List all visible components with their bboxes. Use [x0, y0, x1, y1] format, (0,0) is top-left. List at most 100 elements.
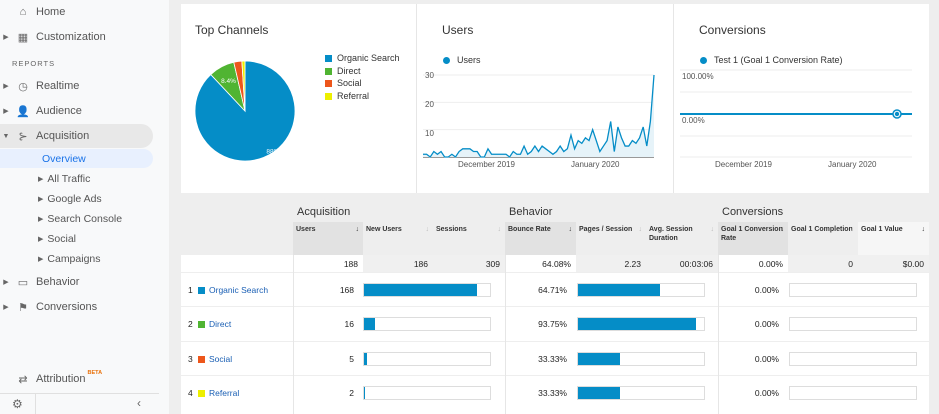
nav-conversions[interactable]: ▶ ⚑ Conversions: [0, 295, 153, 319]
person-icon: 👤: [16, 105, 30, 118]
bounce-rate-value: 93.75%: [538, 319, 567, 330]
bar-track: [363, 317, 491, 332]
totals-cell: $0.00: [858, 255, 929, 272]
nav-label: Attribution: [36, 373, 86, 385]
section-label: REPORTS: [12, 59, 56, 68]
sort-arrow-icon: ↓: [425, 226, 430, 233]
totals-cell: 188: [293, 255, 363, 272]
column-header[interactable]: Goal 1 Value ↓: [858, 222, 929, 255]
flag-icon: ⚑: [18, 301, 28, 314]
nav-home[interactable]: ⌂ Home: [0, 0, 153, 24]
legend-label: Direct: [337, 66, 361, 76]
column-header[interactable]: Avg. Session Duration ↓: [646, 222, 718, 255]
sort-arrow-icon: ↓: [568, 226, 573, 233]
top-channels-pie: 88% 8.4%: [194, 60, 296, 162]
nav-label: Home: [36, 6, 66, 18]
divider: [673, 4, 674, 193]
bar-track: [789, 351, 917, 366]
bar-fill: [364, 318, 375, 331]
caret-right-icon: ▶: [38, 216, 44, 223]
nav-overview[interactable]: Overview: [0, 149, 153, 168]
window-icon: ▭: [17, 276, 29, 289]
collapse-chevron-icon[interactable]: ‹: [137, 396, 141, 410]
row-number: 3: [188, 353, 193, 364]
sort-arrow-icon: ↓: [497, 226, 502, 233]
bar-track: [363, 283, 491, 297]
hover-point-core: [894, 111, 900, 117]
caret-right-icon: ▶: [3, 108, 9, 115]
nav-behavior[interactable]: ▶ ▭ Behavior: [0, 270, 153, 294]
nav-realtime[interactable]: ▶ ◷ Realtime: [0, 74, 153, 98]
caret-right-icon: ▶: [3, 279, 9, 286]
nav-acquisition[interactable]: ▼ ⊱ Acquisition: [0, 124, 153, 148]
users-value: 168: [339, 285, 354, 295]
channel-link[interactable]: Social: [209, 354, 232, 364]
nav-label: Realtime: [36, 80, 80, 92]
nav-google-ads[interactable]: ▶ Google Ads: [38, 193, 102, 205]
bar-fill: [364, 284, 477, 296]
sort-arrow-icon: ↓: [921, 226, 926, 233]
totals-cell: 00:03:06: [646, 255, 718, 272]
bounce-rate-value: 33.33%: [538, 353, 567, 364]
row-number: 2: [188, 319, 193, 330]
totals-cell: 2.23: [576, 255, 646, 272]
nav-audience[interactable]: ▶ 👤 Audience: [0, 99, 153, 123]
bar-track: [789, 283, 917, 297]
nav-label: Conversions: [36, 301, 98, 313]
sort-arrow-icon: ↓: [710, 226, 715, 233]
nav-attribution[interactable]: ⇄ Attribution BETA: [0, 367, 153, 391]
nav-search-console[interactable]: ▶ Search Console: [38, 213, 122, 225]
caret-right-icon: ▶: [3, 34, 9, 41]
totals-cell: 0: [788, 255, 858, 272]
nav-all-traffic[interactable]: ▶ All Traffic: [38, 173, 90, 185]
nav-label: Campaigns: [47, 253, 101, 265]
column-header[interactable]: Goal 1 Completion ↓: [788, 222, 858, 255]
nav-social[interactable]: ▶ Social: [38, 233, 76, 245]
legend-swatch: [325, 67, 332, 75]
divider: [0, 393, 159, 394]
x-tick: December 2019: [715, 160, 772, 169]
bar-fill: [578, 352, 620, 365]
users-value: 16: [344, 319, 354, 330]
nav-label: All Traffic: [47, 173, 91, 185]
column-header-label: Goal 1 Completion: [791, 226, 853, 233]
channel-link[interactable]: Direct: [209, 319, 231, 329]
caret-right-icon: ▶: [38, 256, 44, 263]
channel-link[interactable]: Referral: [209, 388, 239, 398]
conversion-rate-value: 0.00%: [754, 285, 779, 295]
column-header[interactable]: Goal 1 Conversion Rate ↓: [718, 222, 788, 255]
column-header[interactable]: Sessions ↓: [433, 222, 505, 255]
column-header[interactable]: Pages / Session ↓: [576, 222, 646, 255]
channel-color-swatch: [198, 321, 205, 329]
caret-right-icon: ▶: [38, 176, 44, 183]
totals-cell: 64.08%: [505, 255, 576, 272]
caret-down-icon: ▼: [2, 132, 10, 140]
nav-label: Google Ads: [47, 193, 102, 205]
column-header-label: Pages / Session: [579, 226, 633, 233]
nav-campaigns[interactable]: ▶ Campaigns: [38, 253, 101, 265]
totals-cell: 186: [363, 255, 433, 272]
column-header[interactable]: Bounce Rate ↓: [505, 222, 576, 255]
row-number: 1: [188, 285, 193, 295]
pie-label: 8.4%: [221, 78, 236, 85]
nav-customization[interactable]: ▶ ▦ Customization: [0, 25, 153, 49]
y-tick: 100.00%: [682, 72, 714, 81]
users-value: 5: [349, 353, 354, 364]
bar-track: [363, 351, 491, 366]
channel-color-swatch: [198, 287, 205, 294]
channel-link[interactable]: Organic Search: [209, 285, 268, 295]
column-header[interactable]: New Users ↓: [363, 222, 433, 255]
legend-swatch: [325, 92, 332, 100]
sidebar: ⌂ Home ▶ ▦ Customization REPORTS ▶ ◷ Realtime…: [0, 0, 169, 414]
channel-color-swatch: [198, 389, 205, 397]
bar-track: [577, 283, 705, 297]
column-header-label: Bounce Rate: [508, 226, 551, 233]
bar-fill: [578, 386, 620, 399]
x-tick: January 2020: [828, 160, 877, 169]
series-area: [423, 75, 654, 157]
bar-track: [577, 351, 705, 366]
caret-right-icon: ▶: [38, 196, 44, 203]
column-header[interactable]: Users ↓: [293, 222, 363, 255]
gear-icon[interactable]: ⚙: [12, 397, 23, 411]
column-header-label: Avg. Session Duration: [649, 226, 693, 242]
